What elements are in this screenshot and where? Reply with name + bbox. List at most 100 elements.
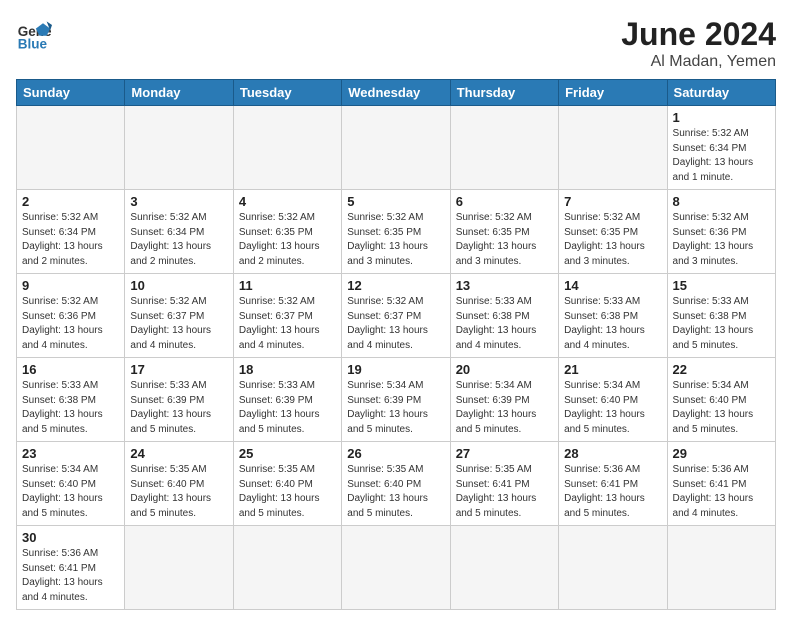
title-block: June 2024 Al Madan, Yemen: [621, 16, 776, 71]
calendar-cell: [342, 106, 450, 190]
calendar-cell: 10 Sunrise: 5:32 AM Sunset: 6:37 PM Dayli…: [125, 274, 233, 358]
day-number: 23: [22, 446, 119, 461]
day-number: 12: [347, 278, 444, 293]
day-number: 16: [22, 362, 119, 377]
col-header-monday: Monday: [125, 80, 233, 106]
calendar-cell: 29Sunrise: 5:36 AM Sunset: 6:41 PM Dayli…: [667, 442, 775, 526]
day-number: 15: [673, 278, 770, 293]
col-header-thursday: Thursday: [450, 80, 558, 106]
page-title: June 2024: [621, 16, 776, 53]
day-info: Sunrise: 5:32 AM Sunset: 6:37 PM Dayligh…: [130, 295, 227, 353]
page-header: General Blue June 2024 Al Madan, Yemen: [16, 16, 776, 71]
day-number: 2: [22, 194, 119, 209]
day-number: 3: [130, 194, 227, 209]
calendar-cell: [233, 526, 341, 610]
col-header-sunday: Sunday: [17, 80, 125, 106]
calendar-cell: [125, 526, 233, 610]
day-number: 30: [22, 530, 119, 545]
day-info: Sunrise: 5:33 AM Sunset: 6:38 PM Dayligh…: [456, 295, 553, 353]
day-info: Sunrise: 5:32 AM Sunset: 6:34 PM Dayligh…: [130, 211, 227, 269]
logo-icon: General Blue: [16, 16, 52, 52]
day-info: Sunrise: 5:34 AM Sunset: 6:40 PM Dayligh…: [22, 463, 119, 521]
calendar-cell: 5 Sunrise: 5:32 AM Sunset: 6:35 PM Daylig…: [342, 190, 450, 274]
day-number: 25: [239, 446, 336, 461]
calendar-cell: [559, 526, 667, 610]
calendar-cell: 18Sunrise: 5:33 AM Sunset: 6:39 PM Dayli…: [233, 358, 341, 442]
day-info: Sunrise: 5:35 AM Sunset: 6:40 PM Dayligh…: [347, 463, 444, 521]
day-number: 20: [456, 362, 553, 377]
calendar-cell: 26 Sunrise: 5:35 AM Sunset: 6:40 PM Dayli…: [342, 442, 450, 526]
calendar-cell: 19Sunrise: 5:34 AM Sunset: 6:39 PM Dayli…: [342, 358, 450, 442]
day-info: Sunrise: 5:32 AM Sunset: 6:37 PM Dayligh…: [239, 295, 336, 353]
day-info: Sunrise: 5:35 AM Sunset: 6:41 PM Dayligh…: [456, 463, 553, 521]
day-number: 21: [564, 362, 661, 377]
calendar-cell: 24 Sunrise: 5:35 AM Sunset: 6:40 PM Dayli…: [125, 442, 233, 526]
calendar-cell: 12Sunrise: 5:32 AM Sunset: 6:37 PM Dayli…: [342, 274, 450, 358]
day-info: Sunrise: 5:34 AM Sunset: 6:39 PM Dayligh…: [347, 379, 444, 437]
day-info: Sunrise: 5:33 AM Sunset: 6:38 PM Dayligh…: [22, 379, 119, 437]
day-info: Sunrise: 5:35 AM Sunset: 6:40 PM Dayligh…: [130, 463, 227, 521]
day-info: Sunrise: 5:32 AM Sunset: 6:34 PM Dayligh…: [22, 211, 119, 269]
day-info: Sunrise: 5:32 AM Sunset: 6:34 PM Dayligh…: [673, 127, 770, 185]
day-number: 1: [673, 110, 770, 125]
day-number: 28: [564, 446, 661, 461]
calendar-cell: 6 Sunrise: 5:32 AM Sunset: 6:35 PM Daylig…: [450, 190, 558, 274]
calendar-cell: 15 Sunrise: 5:33 AM Sunset: 6:38 PM Dayli…: [667, 274, 775, 358]
calendar-cell: 22Sunrise: 5:34 AM Sunset: 6:40 PM Dayli…: [667, 358, 775, 442]
day-info: Sunrise: 5:32 AM Sunset: 6:35 PM Dayligh…: [456, 211, 553, 269]
day-info: Sunrise: 5:34 AM Sunset: 6:39 PM Dayligh…: [456, 379, 553, 437]
day-info: Sunrise: 5:32 AM Sunset: 6:35 PM Dayligh…: [239, 211, 336, 269]
day-info: Sunrise: 5:33 AM Sunset: 6:39 PM Dayligh…: [130, 379, 227, 437]
day-number: 27: [456, 446, 553, 461]
day-info: Sunrise: 5:32 AM Sunset: 6:35 PM Dayligh…: [564, 211, 661, 269]
calendar-cell: 14Sunrise: 5:33 AM Sunset: 6:38 PM Dayli…: [559, 274, 667, 358]
day-number: 8: [673, 194, 770, 209]
calendar-table: SundayMondayTuesdayWednesdayThursdayFrid…: [16, 79, 776, 610]
day-number: 5: [347, 194, 444, 209]
calendar-cell: 16 Sunrise: 5:33 AM Sunset: 6:38 PM Dayli…: [17, 358, 125, 442]
calendar-header-row: SundayMondayTuesdayWednesdayThursdayFrid…: [17, 80, 776, 106]
calendar-cell: 28 Sunrise: 5:36 AM Sunset: 6:41 PM Dayli…: [559, 442, 667, 526]
col-header-saturday: Saturday: [667, 80, 775, 106]
day-info: Sunrise: 5:36 AM Sunset: 6:41 PM Dayligh…: [673, 463, 770, 521]
day-info: Sunrise: 5:33 AM Sunset: 6:38 PM Dayligh…: [564, 295, 661, 353]
page-subtitle: Al Madan, Yemen: [621, 53, 776, 71]
day-info: Sunrise: 5:33 AM Sunset: 6:38 PM Dayligh…: [673, 295, 770, 353]
day-number: 9: [22, 278, 119, 293]
logo: General Blue: [16, 16, 52, 52]
calendar-cell: [233, 106, 341, 190]
day-number: 26: [347, 446, 444, 461]
calendar-week-row: 9Sunrise: 5:32 AM Sunset: 6:36 PM Daylig…: [17, 274, 776, 358]
calendar-cell: 1 Sunrise: 5:32 AM Sunset: 6:34 PM Daylig…: [667, 106, 775, 190]
calendar-cell: [342, 526, 450, 610]
day-number: 24: [130, 446, 227, 461]
day-info: Sunrise: 5:34 AM Sunset: 6:40 PM Dayligh…: [564, 379, 661, 437]
day-number: 13: [456, 278, 553, 293]
day-info: Sunrise: 5:32 AM Sunset: 6:35 PM Dayligh…: [347, 211, 444, 269]
day-number: 6: [456, 194, 553, 209]
calendar-cell: [125, 106, 233, 190]
calendar-week-row: 2 Sunrise: 5:32 AM Sunset: 6:34 PM Daylig…: [17, 190, 776, 274]
day-number: 4: [239, 194, 336, 209]
day-info: Sunrise: 5:36 AM Sunset: 6:41 PM Dayligh…: [564, 463, 661, 521]
calendar-cell: 17Sunrise: 5:33 AM Sunset: 6:39 PM Dayli…: [125, 358, 233, 442]
calendar-cell: [450, 106, 558, 190]
calendar-cell: [17, 106, 125, 190]
calendar-cell: [450, 526, 558, 610]
calendar-cell: 4 Sunrise: 5:32 AM Sunset: 6:35 PM Daylig…: [233, 190, 341, 274]
calendar-cell: 3 Sunrise: 5:32 AM Sunset: 6:34 PM Daylig…: [125, 190, 233, 274]
calendar-cell: 20 Sunrise: 5:34 AM Sunset: 6:39 PM Dayli…: [450, 358, 558, 442]
calendar-cell: [559, 106, 667, 190]
calendar-cell: [667, 526, 775, 610]
calendar-week-row: 16 Sunrise: 5:33 AM Sunset: 6:38 PM Dayli…: [17, 358, 776, 442]
calendar-cell: 11Sunrise: 5:32 AM Sunset: 6:37 PM Dayli…: [233, 274, 341, 358]
day-number: 10: [130, 278, 227, 293]
col-header-wednesday: Wednesday: [342, 80, 450, 106]
day-info: Sunrise: 5:35 AM Sunset: 6:40 PM Dayligh…: [239, 463, 336, 521]
calendar-cell: 30 Sunrise: 5:36 AM Sunset: 6:41 PM Dayli…: [17, 526, 125, 610]
day-info: Sunrise: 5:36 AM Sunset: 6:41 PM Dayligh…: [22, 547, 119, 605]
calendar-week-row: 1 Sunrise: 5:32 AM Sunset: 6:34 PM Daylig…: [17, 106, 776, 190]
calendar-cell: 21 Sunrise: 5:34 AM Sunset: 6:40 PM Dayli…: [559, 358, 667, 442]
calendar-cell: 7Sunrise: 5:32 AM Sunset: 6:35 PM Daylig…: [559, 190, 667, 274]
svg-text:Blue: Blue: [18, 36, 48, 51]
